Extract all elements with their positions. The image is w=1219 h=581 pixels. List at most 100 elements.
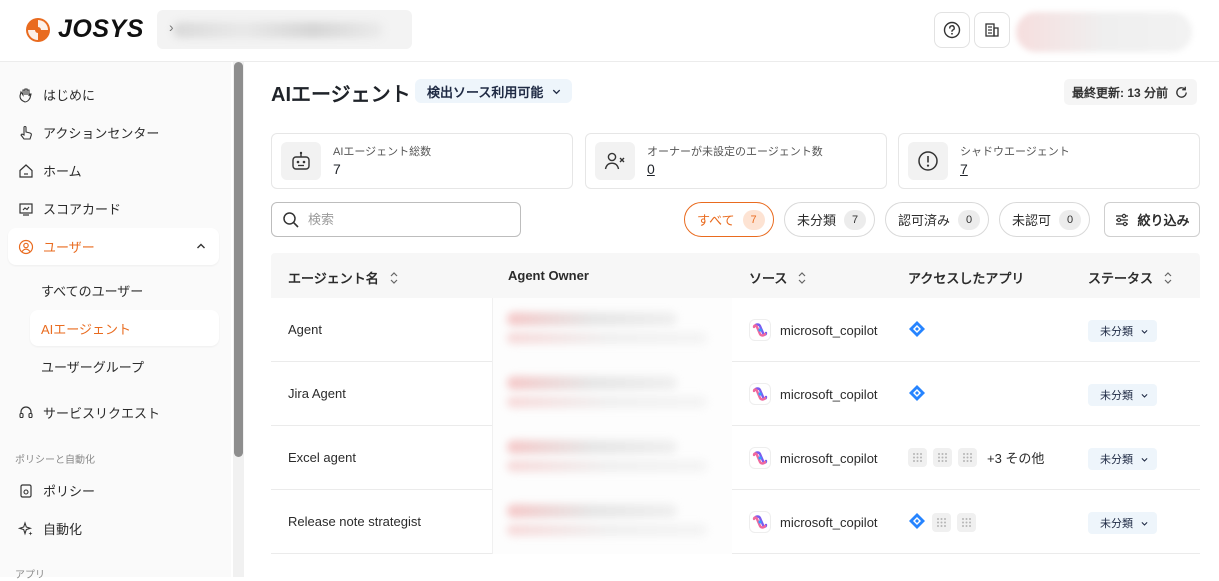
source-cell: microsoft_copilot	[749, 383, 878, 405]
sort-icon[interactable]	[1163, 271, 1173, 285]
card-value-link[interactable]: 0	[647, 161, 655, 177]
column-header-source[interactable]: ソース	[749, 268, 807, 287]
scorecard-icon	[19, 202, 33, 216]
filter-button-label: 絞り込み	[1137, 213, 1190, 228]
status-dropdown[interactable]: 未分類	[1088, 384, 1157, 406]
chip-label: 未分類	[797, 213, 837, 228]
robot-icon	[281, 142, 321, 180]
sidebar-item-label: はじめに	[43, 88, 96, 103]
sidebar-item-action-center[interactable]: アクションセンター	[8, 114, 219, 151]
last-updated[interactable]: 最終更新: 13 分前	[1064, 79, 1198, 105]
tenant-switcher[interactable]: ›	[157, 10, 412, 49]
sparkle-icon	[18, 520, 33, 535]
chip-count: 7	[844, 209, 867, 230]
table-row[interactable]: Jira Agent microsoft_copilot 未分類	[271, 362, 1200, 426]
app-placeholder-icon	[933, 448, 952, 467]
notifications-button[interactable]	[974, 12, 1010, 48]
scrollbar-thumb[interactable]	[234, 62, 243, 457]
sidebar-item-all-users[interactable]: すべてのユーザー	[30, 272, 219, 308]
sidebar-item-getting-started[interactable]: はじめに	[8, 76, 219, 113]
header-label: ソース	[749, 271, 788, 286]
chevron-up-icon	[197, 243, 205, 249]
copilot-icon	[749, 511, 771, 533]
table-row[interactable]: Release note strategist microsoft_copilo…	[271, 490, 1200, 554]
card-label: シャドウエージェント	[960, 146, 1070, 158]
hand-wave-icon	[19, 87, 32, 103]
card-shadow-agents: シャドウエージェント 7	[898, 133, 1200, 189]
card-value: 7	[333, 161, 341, 177]
sidebar-item-label: ユーザー	[43, 240, 95, 255]
status-dropdown[interactable]: 未分類	[1088, 320, 1157, 342]
filter-button[interactable]: 絞り込み	[1104, 202, 1200, 237]
column-header-agent-name[interactable]: エージェント名	[288, 268, 399, 287]
brand-name: JOSYS	[58, 15, 144, 43]
more-apps-label[interactable]: +3 その他	[987, 448, 1044, 467]
source-cell: microsoft_copilot	[749, 319, 878, 341]
source-name: microsoft_copilot	[780, 322, 878, 338]
chevron-down-icon	[1141, 521, 1148, 526]
sort-icon[interactable]	[389, 271, 399, 285]
agent-name[interactable]: Excel agent	[288, 450, 356, 465]
card-total-agents: AIエージェント総数 7	[271, 133, 573, 189]
sidebar-item-users[interactable]: ユーザー	[8, 228, 219, 265]
user-x-icon	[595, 142, 635, 180]
sidebar-scrollbar[interactable]	[233, 62, 244, 577]
sort-icon[interactable]	[797, 271, 807, 285]
filter-chip-unclassified[interactable]: 未分類 7	[784, 202, 876, 237]
sidebar-item-user-groups[interactable]: ユーザーグループ	[30, 348, 219, 384]
table-row[interactable]: Agent microsoft_copilot 未分類	[271, 298, 1200, 362]
filter-chip-unapproved[interactable]: 未認可 0	[999, 202, 1091, 237]
card-value-link[interactable]: 7	[960, 161, 968, 177]
chevron-down-icon	[553, 89, 561, 94]
agent-owner-redacted	[492, 490, 732, 554]
sidebar-item-label: ポリシー	[43, 484, 96, 499]
pointer-hand-icon	[20, 125, 32, 140]
user-circle-icon	[18, 239, 34, 254]
josys-logo[interactable]: JOSYS	[24, 15, 144, 44]
chevron-down-icon	[1141, 329, 1148, 334]
status-dropdown[interactable]: 未分類	[1088, 448, 1157, 470]
chip-label: すべて	[697, 213, 735, 228]
copilot-icon	[749, 319, 771, 341]
table-row[interactable]: Excel agent microsoft_copilot +3 その他 未分類	[271, 426, 1200, 490]
chip-count: 0	[958, 209, 981, 230]
sidebar-item-home[interactable]: ホーム	[8, 152, 219, 189]
building-icon	[985, 23, 999, 37]
agent-owner-redacted	[492, 362, 732, 426]
source-cell: microsoft_copilot	[749, 511, 878, 533]
app-placeholder-icon	[908, 448, 927, 467]
policy-icon	[20, 483, 32, 498]
sidebar-item-label: 自動化	[43, 522, 83, 537]
agent-name[interactable]: Release note strategist	[288, 514, 421, 529]
filter-chip-all[interactable]: すべて 7	[684, 202, 774, 237]
column-header-status[interactable]: ステータス	[1088, 268, 1173, 287]
sidebar-item-scorecard[interactable]: スコアカード	[8, 190, 219, 227]
status-label: 未分類	[1100, 326, 1133, 338]
accessed-apps-cell: +3 その他	[908, 448, 1044, 467]
column-header-accessed-apps: アクセスしたアプリ	[908, 268, 1024, 287]
accessed-apps-cell	[908, 512, 976, 533]
search-box[interactable]	[271, 202, 521, 237]
copilot-icon	[749, 447, 771, 469]
sidebar-item-service-request[interactable]: サービスリクエスト	[8, 394, 219, 431]
sidebar-item-ai-agents[interactable]: AIエージェント	[30, 310, 219, 346]
accessed-apps-cell	[908, 320, 926, 341]
header-label: エージェント名	[288, 271, 379, 286]
agent-name[interactable]: Jira Agent	[288, 386, 346, 401]
sidebar-item-policy[interactable]: ポリシー	[8, 472, 219, 509]
agent-name[interactable]: Agent	[288, 322, 322, 337]
status-dropdown[interactable]: 未分類	[1088, 512, 1157, 534]
home-icon	[19, 163, 33, 178]
jira-icon	[908, 384, 926, 405]
sidebar-item-automation[interactable]: 自動化	[8, 510, 219, 547]
help-button[interactable]	[934, 12, 970, 48]
search-input[interactable]	[308, 212, 498, 227]
tenant-name-redacted	[173, 22, 383, 38]
refresh-icon[interactable]	[1174, 85, 1189, 100]
accessed-apps-cell	[908, 384, 926, 405]
alert-circle-icon	[908, 142, 948, 180]
source-filter-dropdown[interactable]: 検出ソース利用可能	[415, 79, 573, 103]
user-menu-redacted[interactable]	[1016, 12, 1192, 52]
filter-chip-approved[interactable]: 認可済み 0	[885, 202, 990, 237]
sliders-icon	[1116, 213, 1129, 226]
